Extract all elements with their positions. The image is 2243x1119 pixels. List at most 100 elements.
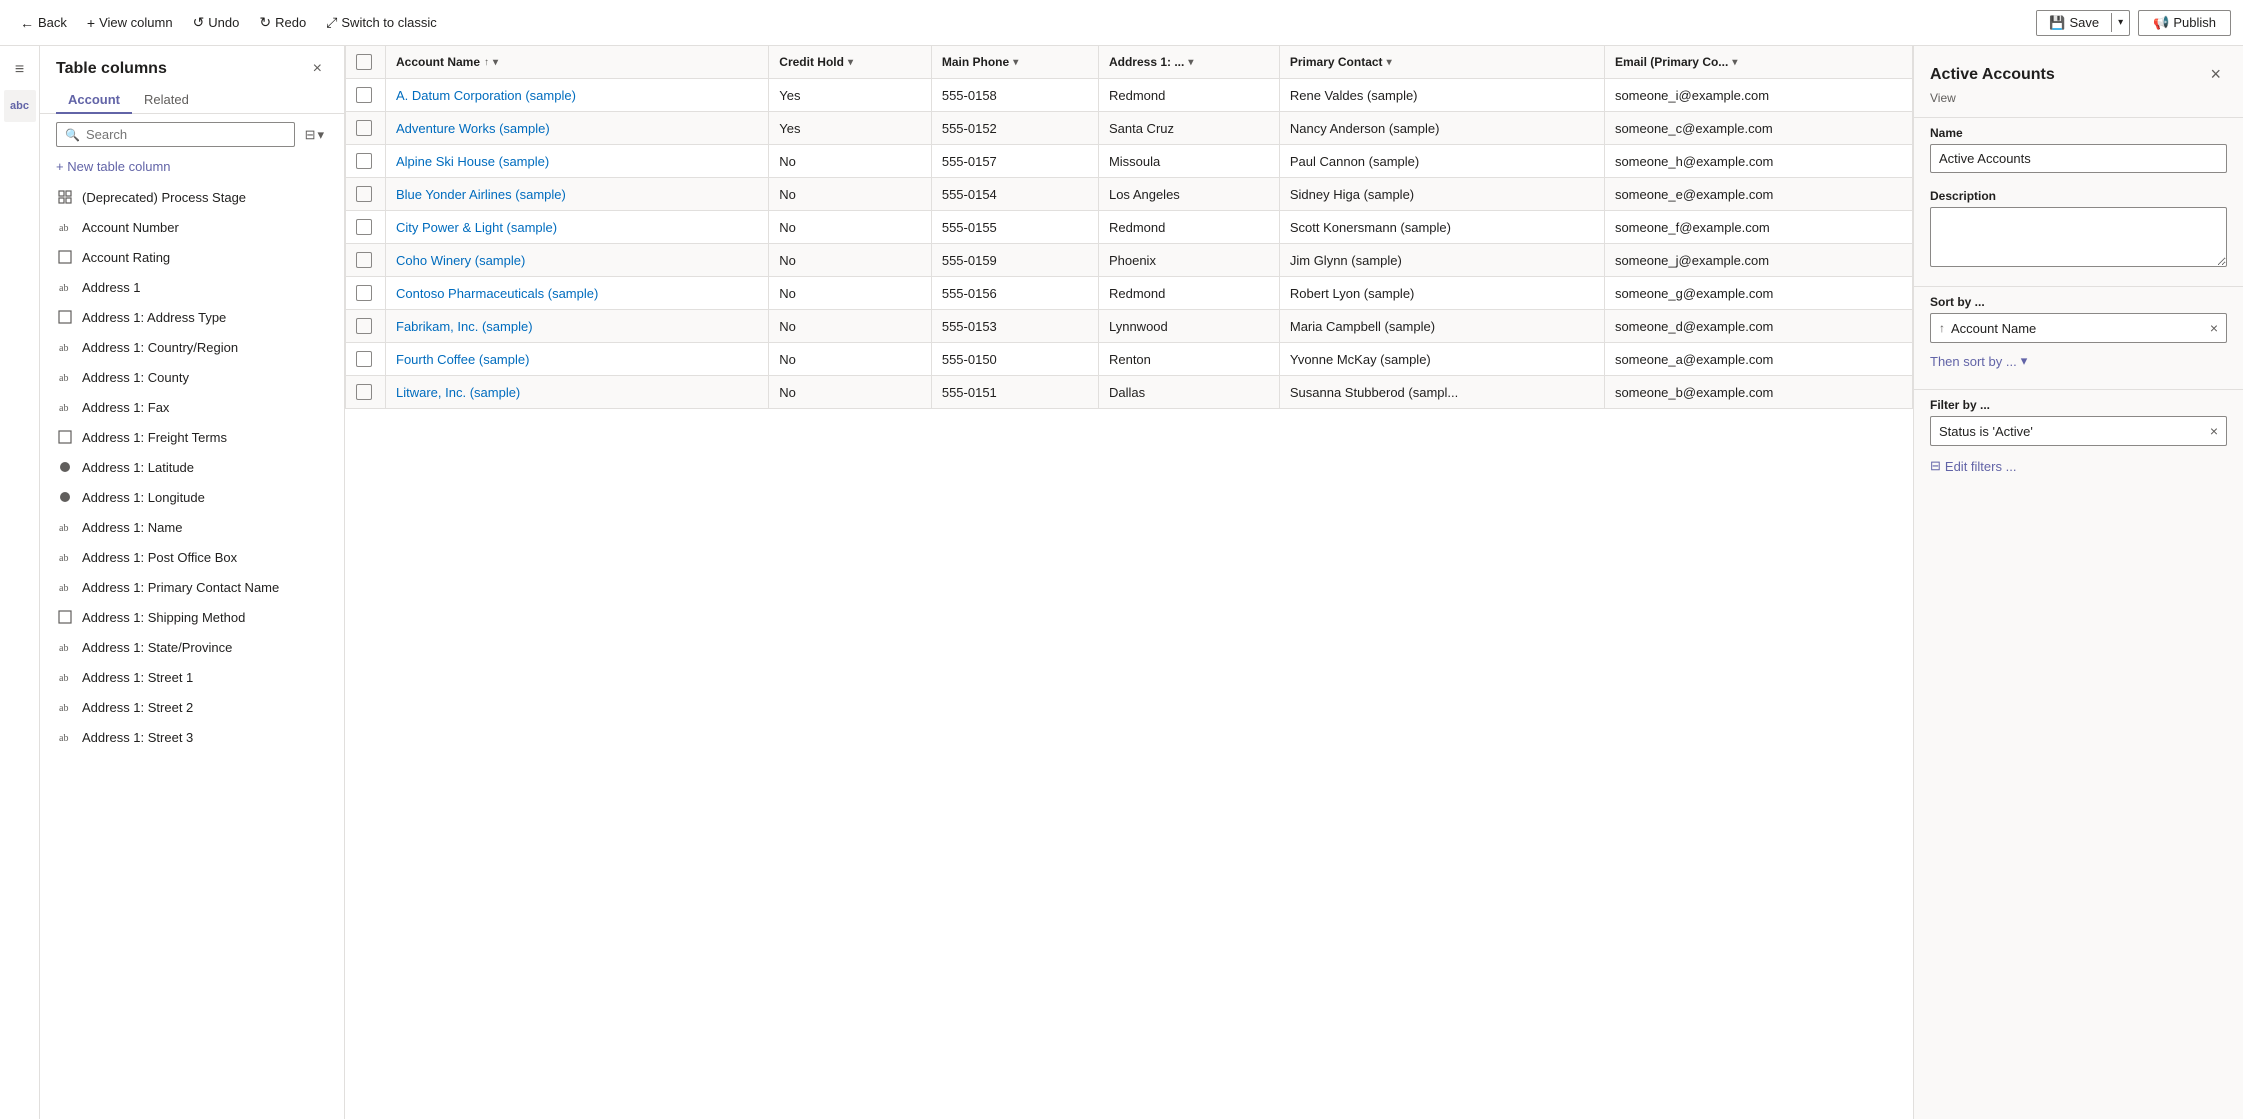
table-row[interactable]: City Power & Light (sample) No 555-0155 …	[346, 211, 1913, 244]
undo-button[interactable]: ↺ Undo	[185, 10, 248, 35]
right-panel-close-button[interactable]: ×	[2204, 62, 2227, 87]
save-icon: 💾	[2049, 15, 2065, 31]
column-item[interactable]: ab Address 1: Country/Region	[40, 332, 344, 362]
cell-primary-contact: Susanna Stubberod (sampl...	[1279, 376, 1604, 409]
save-chevron-button[interactable]: ▾	[2111, 13, 2129, 32]
row-checkbox[interactable]	[356, 285, 372, 301]
column-item[interactable]: ab Address 1: Street 1	[40, 662, 344, 692]
table-row[interactable]: Coho Winery (sample) No 555-0159 Phoenix…	[346, 244, 1913, 277]
column-type-icon	[56, 458, 74, 476]
column-label: Address 1: Primary Contact Name	[82, 580, 279, 595]
new-column-button[interactable]: + New table column	[40, 155, 344, 182]
credit-hold-chevron-icon[interactable]: ▾	[848, 57, 853, 68]
email-chevron-icon[interactable]: ▾	[1732, 57, 1737, 68]
columns-search[interactable]: 🔍	[56, 122, 295, 147]
sort-divider	[1914, 286, 2243, 287]
description-input[interactable]	[1930, 207, 2227, 267]
sort-down-icon[interactable]: ▾	[493, 57, 498, 68]
sort-asc-icon: ↑	[1939, 321, 1945, 335]
row-checkbox[interactable]	[356, 186, 372, 202]
column-item[interactable]: Address 1: Shipping Method	[40, 602, 344, 632]
search-input[interactable]	[86, 127, 286, 142]
address-chevron-icon[interactable]: ▾	[1188, 57, 1193, 68]
abc-icon-button[interactable]: abc	[4, 90, 36, 122]
column-type-icon	[56, 308, 74, 326]
row-checkbox[interactable]	[356, 384, 372, 400]
save-button[interactable]: 💾 Save	[2037, 11, 2111, 35]
save-group: 💾 Save ▾	[2036, 10, 2130, 36]
sort-up-icon[interactable]: ↑	[484, 57, 489, 68]
view-column-button[interactable]: + View column	[79, 11, 181, 35]
columns-panel-close-button[interactable]: ×	[307, 58, 328, 80]
table-row[interactable]: Blue Yonder Airlines (sample) No 555-015…	[346, 178, 1913, 211]
column-label: Address 1: State/Province	[82, 640, 232, 655]
cell-primary-contact: Paul Cannon (sample)	[1279, 145, 1604, 178]
publish-button[interactable]: 📢 Publish	[2138, 10, 2231, 36]
row-checkbox[interactable]	[356, 120, 372, 136]
column-item[interactable]: ab Address 1: County	[40, 362, 344, 392]
sort-label: Sort by ...	[1930, 295, 2227, 309]
menu-icon-button[interactable]: ≡	[4, 54, 36, 86]
column-item[interactable]: ab Address 1: Name	[40, 512, 344, 542]
redo-button[interactable]: ↻ Redo	[251, 10, 314, 35]
table-row[interactable]: Alpine Ski House (sample) No 555-0157 Mi…	[346, 145, 1913, 178]
table-row[interactable]: Adventure Works (sample) Yes 555-0152 Sa…	[346, 112, 1913, 145]
select-all-checkbox[interactable]	[356, 54, 372, 70]
table-row[interactable]: Litware, Inc. (sample) No 555-0151 Dalla…	[346, 376, 1913, 409]
filter-remove-button[interactable]: ×	[2210, 423, 2218, 439]
column-item[interactable]: ab Address 1: State/Province	[40, 632, 344, 662]
main-phone-chevron-icon[interactable]: ▾	[1013, 57, 1018, 68]
name-input[interactable]	[1930, 144, 2227, 173]
switch-classic-button[interactable]: ⤢ Switch to classic	[318, 10, 445, 35]
table-row[interactable]: A. Datum Corporation (sample) Yes 555-01…	[346, 79, 1913, 112]
cell-main-phone: 555-0154	[931, 178, 1098, 211]
row-checkbox[interactable]	[356, 219, 372, 235]
column-item[interactable]: Account Rating	[40, 242, 344, 272]
table-row[interactable]: Fabrikam, Inc. (sample) No 555-0153 Lynn…	[346, 310, 1913, 343]
tab-related[interactable]: Related	[132, 84, 201, 113]
row-checkbox[interactable]	[356, 351, 372, 367]
filter-button[interactable]: ⊟ ▾	[301, 123, 328, 147]
column-item[interactable]: Address 1: Freight Terms	[40, 422, 344, 452]
row-checkbox[interactable]	[356, 318, 372, 334]
sort-remove-button[interactable]: ×	[2210, 320, 2218, 336]
table-row[interactable]: Contoso Pharmaceuticals (sample) No 555-…	[346, 277, 1913, 310]
cell-address: Renton	[1098, 343, 1279, 376]
sort-field: ↑ Account Name ×	[1930, 313, 2227, 343]
column-item[interactable]: ab Address 1: Primary Contact Name	[40, 572, 344, 602]
column-item[interactable]: (Deprecated) Process Stage	[40, 182, 344, 212]
undo-label: Undo	[208, 15, 239, 30]
primary-contact-chevron-icon[interactable]: ▾	[1387, 57, 1392, 68]
cell-account-name: Adventure Works (sample)	[386, 112, 769, 145]
column-item[interactable]: ab Address 1: Street 3	[40, 722, 344, 752]
then-sort-button[interactable]: Then sort by ... ▾	[1930, 349, 2027, 373]
cell-email: someone_f@example.com	[1604, 211, 1912, 244]
grid-area[interactable]: Account Name ↑ ▾ Credit Hold ▾ Mai	[345, 46, 1913, 1119]
table-row[interactable]: Fourth Coffee (sample) No 555-0150 Rento…	[346, 343, 1913, 376]
svg-text:ab: ab	[59, 403, 68, 414]
svg-text:ab: ab	[59, 343, 68, 354]
column-item[interactable]: ab Account Number	[40, 212, 344, 242]
column-type-icon	[56, 488, 74, 506]
column-item[interactable]: Address 1: Longitude	[40, 482, 344, 512]
cell-credit-hold: No	[769, 376, 932, 409]
back-icon: ←	[20, 15, 34, 31]
cell-address: Redmond	[1098, 211, 1279, 244]
column-label: Address 1: Address Type	[82, 310, 226, 325]
column-item[interactable]: Address 1: Latitude	[40, 452, 344, 482]
column-label: Address 1: Shipping Method	[82, 610, 245, 625]
column-item[interactable]: ab Address 1: Post Office Box	[40, 542, 344, 572]
back-button[interactable]: ← Back	[12, 11, 75, 35]
svg-text:ab: ab	[59, 673, 68, 684]
tab-account[interactable]: Account	[56, 84, 132, 113]
column-item[interactable]: ab Address 1: Street 2	[40, 692, 344, 722]
column-item[interactable]: ab Address 1: Fax	[40, 392, 344, 422]
row-checkbox[interactable]	[356, 87, 372, 103]
edit-filters-button[interactable]: ⊟ Edit filters ...	[1930, 454, 2016, 478]
row-checkbox[interactable]	[356, 252, 372, 268]
cell-account-name: Litware, Inc. (sample)	[386, 376, 769, 409]
column-item[interactable]: ab Address 1	[40, 272, 344, 302]
row-checkbox[interactable]	[356, 153, 372, 169]
column-type-icon: ab	[56, 578, 74, 596]
column-item[interactable]: Address 1: Address Type	[40, 302, 344, 332]
